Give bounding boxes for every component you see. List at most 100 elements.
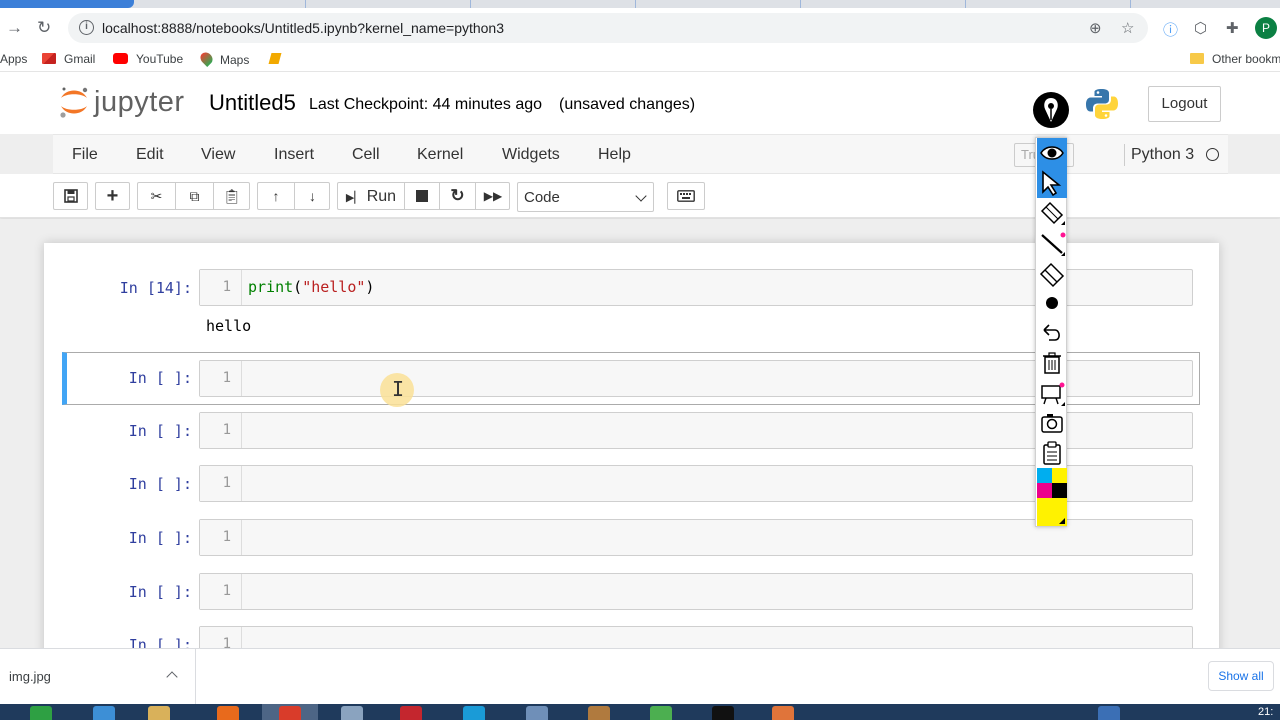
view-mode-tool[interactable] [1037, 138, 1067, 168]
url-text[interactable]: localhost:8888/notebooks/Untitled5.ipynb… [102, 20, 504, 36]
current-color-tool[interactable] [1037, 498, 1067, 526]
highlighter-icon [1040, 201, 1065, 225]
code-paren-open: ( [293, 278, 303, 296]
cut-button[interactable]: ✂ [138, 183, 175, 209]
extensions-puzzle-icon[interactable]: ✚ [1226, 19, 1239, 37]
bookmark-notebook[interactable] [268, 52, 288, 66]
menu-help[interactable]: Help [598, 146, 631, 164]
menu-cell[interactable]: Cell [352, 146, 380, 164]
download-item[interactable]: img.jpg [0, 649, 196, 705]
brush-size-tool[interactable] [1037, 288, 1067, 318]
extension-info-icon[interactable]: ⓘ [1163, 19, 1178, 40]
color-palette-tool[interactable] [1037, 468, 1067, 498]
omnibox[interactable]: i localhost:8888/notebooks/Untitled5.ipy… [68, 13, 1148, 43]
notebook-name[interactable]: Untitled5 [209, 90, 296, 116]
taskbar-clock: 21: [1258, 706, 1274, 718]
code-cell-selected[interactable]: In [ ]: 1 [62, 352, 1200, 405]
pointer-tool[interactable] [1037, 168, 1067, 198]
reload-icon[interactable]: ↻ [37, 18, 51, 38]
menu-kernel[interactable]: Kernel [417, 146, 463, 164]
whiteboard-tool[interactable] [1037, 378, 1067, 408]
run-label: Run [366, 188, 397, 205]
clipboard-tool[interactable] [1037, 438, 1067, 468]
taskbar-app-icon[interactable] [30, 706, 52, 720]
camera-icon [1041, 414, 1063, 433]
interrupt-button[interactable] [404, 183, 439, 209]
taskbar-app-icon[interactable] [526, 706, 548, 720]
paste-button[interactable]: 📋︎ [213, 183, 250, 209]
menu-widgets[interactable]: Widgets [502, 146, 560, 164]
screenshot-tool[interactable] [1037, 408, 1067, 438]
bookmark-youtube[interactable]: YouTube [113, 52, 183, 66]
cell-type-select[interactable]: Code [517, 182, 654, 212]
copy-button[interactable]: ⧉ [175, 183, 213, 209]
menu-file[interactable]: File [72, 146, 98, 164]
taskbar-app-icon[interactable] [650, 706, 672, 720]
arrow-pointer-icon [1042, 170, 1062, 197]
bookmark-maps[interactable]: Maps [198, 50, 249, 67]
highlighter-tool[interactable] [1037, 199, 1067, 229]
restart-button[interactable]: ↻ [439, 183, 475, 209]
download-file-name[interactable]: img.jpg [9, 669, 51, 684]
forward-arrow-icon[interactable]: → [6, 18, 23, 38]
clear-tool[interactable] [1037, 348, 1067, 378]
taskbar-app-icon[interactable] [772, 706, 794, 720]
chevron-up-icon[interactable] [166, 671, 178, 683]
zoom-icon[interactable]: ⊕ [1089, 19, 1102, 37]
color-swatch-icon [1037, 468, 1067, 498]
code-text[interactable]: print("hello") [248, 270, 374, 305]
taskbar-folder-icon[interactable] [148, 706, 170, 720]
eraser-tool[interactable] [1037, 258, 1067, 288]
taskbar-tray-icon[interactable] [1098, 706, 1120, 720]
menu-insert[interactable]: Insert [274, 146, 314, 164]
browser-address-bar: → ↻ i localhost:8888/notebooks/Untitled5… [0, 8, 1280, 48]
undo-tool[interactable] [1037, 318, 1067, 348]
taskbar-app-icon[interactable] [341, 706, 363, 720]
profile-avatar[interactable]: P [1255, 17, 1277, 39]
code-cell[interactable]: In [ ]: 1 [64, 465, 1200, 505]
browser-tab-active[interactable] [0, 0, 134, 8]
show-all-downloads-button[interactable]: Show all [1208, 661, 1274, 691]
line-number: 1 [200, 466, 242, 501]
gmail-icon [42, 53, 56, 64]
taskbar-app-icon[interactable] [463, 706, 485, 720]
bookmark-other[interactable]: Other bookm [1190, 52, 1280, 66]
extension-cube-icon[interactable]: ⬡ [1194, 19, 1207, 37]
taskbar-app-icon[interactable] [588, 706, 610, 720]
youtube-icon [113, 53, 128, 64]
bookmark-apps[interactable]: Apps [0, 52, 27, 66]
save-button[interactable] [53, 182, 88, 210]
code-cell[interactable]: In [ ]: 1 [64, 519, 1200, 559]
code-cell[interactable]: In [ ]: 1 [64, 573, 1200, 613]
edit-button-group: ✂ ⧉ 📋︎ [137, 182, 250, 210]
taskbar-chrome-icon[interactable] [279, 706, 301, 720]
menu-edit[interactable]: Edit [136, 146, 164, 164]
site-info-icon[interactable]: i [79, 20, 94, 35]
taskbar-app-icon[interactable] [400, 706, 422, 720]
taskbar-app-icon[interactable] [93, 706, 115, 720]
code-input[interactable]: 1 [199, 573, 1193, 610]
insert-cell-button[interactable]: + [95, 182, 130, 210]
restart-run-all-button[interactable]: ▶▶ [475, 183, 510, 209]
menu-view[interactable]: View [201, 146, 235, 164]
code-paren-close: ) [365, 278, 375, 296]
cell-type-value: Code [524, 189, 560, 206]
tab-separator [1130, 0, 1131, 8]
move-down-button[interactable]: ↓ [294, 183, 330, 209]
bookmark-star-icon[interactable]: ☆ [1121, 19, 1134, 37]
line-tool[interactable] [1037, 228, 1067, 258]
jupyter-logo-icon[interactable] [56, 84, 92, 120]
logout-button[interactable]: Logout [1148, 86, 1221, 122]
code-cell[interactable]: In [14]: 1 print("hello") hello [64, 269, 1200, 337]
notebook-container: In [14]: 1 print("hello") hello In [ ]: … [0, 219, 1280, 663]
trash-icon [1043, 352, 1061, 374]
code-cell[interactable]: In [ ]: 1 [64, 412, 1200, 452]
run-button[interactable]: ▶▏ Run [338, 183, 404, 209]
bookmark-gmail[interactable]: Gmail [42, 52, 95, 66]
command-palette-button[interactable] [667, 182, 705, 210]
taskbar-app-icon[interactable] [217, 706, 239, 720]
pen-annotation-icon[interactable] [1033, 92, 1069, 128]
move-up-button[interactable]: ↑ [258, 183, 294, 209]
eye-icon [1040, 146, 1064, 160]
taskbar-app-icon[interactable] [712, 706, 734, 720]
